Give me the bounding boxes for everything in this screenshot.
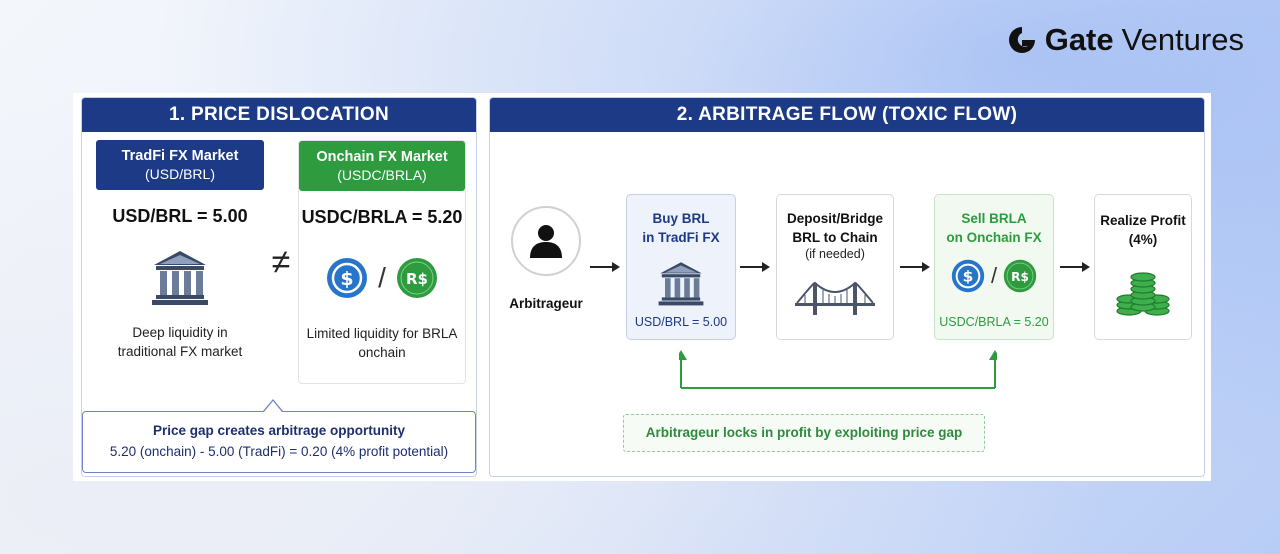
onchain-desc-line2: onchain — [358, 345, 406, 360]
tradfi-market-card: TradFi FX Market (USD/BRL) USD/BRL = 5.0… — [96, 140, 264, 388]
arbitrageur-actor: Arbitrageur — [506, 206, 586, 311]
pair-slash: / — [378, 262, 386, 293]
step-sell-title-2: on Onchain FX — [946, 230, 1042, 245]
step-buy-brl: Buy BRL in TradFi FX USD/BRL = 5.00 — [626, 194, 736, 340]
not-equal-symbol: ≠ — [271, 243, 291, 281]
tradfi-market-title: TradFi FX Market — [121, 148, 239, 164]
coin-stack-icon — [1116, 272, 1170, 316]
usdc-coin-icon: $ — [327, 258, 368, 298]
onchain-market-badge: Onchain FX Market (USDC/BRLA) — [299, 141, 465, 191]
step-bridge: Deposit/Bridge BRL to Chain (if needed) — [776, 194, 894, 340]
brl-coin-icon: R$ — [396, 258, 437, 298]
tradfi-rate: USD/BRL = 5.00 — [112, 206, 248, 226]
step-buy-title-1: Buy BRL — [652, 211, 710, 226]
brand-name-light: Ventures — [1121, 22, 1244, 57]
gate-logo-icon — [1008, 27, 1035, 53]
step-buy-title-2: in TradFi FX — [642, 230, 720, 245]
brand-name-bold: Gate — [1044, 22, 1114, 57]
arrow-right-icon — [900, 262, 930, 272]
step-sell-brla: Sell BRLA on Onchain FX $ / R$ USDC/BRLA… — [934, 194, 1054, 340]
pair-slash: / — [990, 263, 998, 288]
step-bridge-title-1: Deposit/Bridge — [786, 211, 883, 226]
gate-ventures-logo: Gate Ventures — [1007, 22, 1244, 58]
diagram-canvas: 1. PRICE DISLOCATION TradFi FX Market (U… — [73, 93, 1211, 481]
arrow-right-icon — [590, 262, 620, 272]
callout-pointer-fill — [264, 401, 282, 412]
usdc-coin-icon: $ — [951, 259, 985, 293]
bridge-icon — [795, 281, 875, 315]
arbitrageur-label: Arbitrageur — [509, 296, 583, 311]
step-realize-profit: Realize Profit (4%) — [1094, 194, 1192, 340]
svg-text:R$: R$ — [406, 270, 428, 288]
onchain-market-title: Onchain FX Market — [316, 149, 448, 165]
onchain-market-card: Onchain FX Market (USDC/BRLA) USDC/BRLA … — [298, 140, 466, 384]
tradfi-description: Deep liquidity in traditional FX market — [96, 323, 264, 361]
tradfi-desc-line2: traditional FX market — [117, 344, 243, 359]
tradfi-desc-line1: Deep liquidity in — [132, 325, 228, 340]
onchain-description: Limited liquidity for BRLA onchain — [299, 324, 465, 362]
onchain-rate: USDC/BRLA = 5.20 — [301, 207, 463, 227]
step-profit-title: Realize Profit — [1100, 213, 1186, 228]
bank-icon — [658, 262, 704, 306]
callout-formula: 5.20 (onchain) - 5.00 (TradFi) = 0.20 (4… — [109, 444, 449, 459]
tradfi-market-badge: TradFi FX Market (USD/BRL) — [96, 140, 264, 190]
arbitrage-flow-panel: 2. ARBITRAGE FLOW (TOXIC FLOW) Arbitrage… — [489, 97, 1205, 477]
brl-coin-icon: R$ — [1003, 259, 1037, 293]
user-icon — [530, 225, 562, 258]
step-buy-rate: USD/BRL = 5.00 — [634, 315, 728, 329]
onchain-market-pair: (USDC/BRLA) — [337, 167, 427, 183]
profit-lock-note: Arbitrageur locks in profit by exploitin… — [623, 414, 985, 452]
step-profit-pct: (4%) — [1128, 232, 1158, 247]
arrow-right-icon — [1060, 262, 1090, 272]
svg-text:R$: R$ — [1011, 270, 1029, 284]
step-bridge-note: (if needed) — [805, 247, 865, 261]
step-sell-rate: USDC/BRLA = 5.20 — [939, 315, 1049, 329]
step-bridge-title-2: BRL to Chain — [792, 230, 878, 245]
panel1-title: 1. PRICE DISLOCATION — [82, 98, 476, 132]
bank-icon — [152, 251, 208, 305]
svg-text:$: $ — [340, 268, 353, 290]
arrow-right-icon — [740, 262, 770, 272]
profit-loop-arrow — [679, 350, 997, 389]
panel2-title: 2. ARBITRAGE FLOW (TOXIC FLOW) — [490, 98, 1204, 132]
price-gap-callout: Price gap creates arbitrage opportunity … — [82, 411, 476, 473]
svg-text:$: $ — [963, 268, 974, 286]
onchain-desc-line1: Limited liquidity for BRLA — [306, 326, 458, 341]
step-sell-title-1: Sell BRLA — [961, 211, 1027, 226]
callout-headline: Price gap creates arbitrage opportunity — [152, 423, 406, 438]
tradfi-market-pair: (USD/BRL) — [144, 166, 215, 182]
